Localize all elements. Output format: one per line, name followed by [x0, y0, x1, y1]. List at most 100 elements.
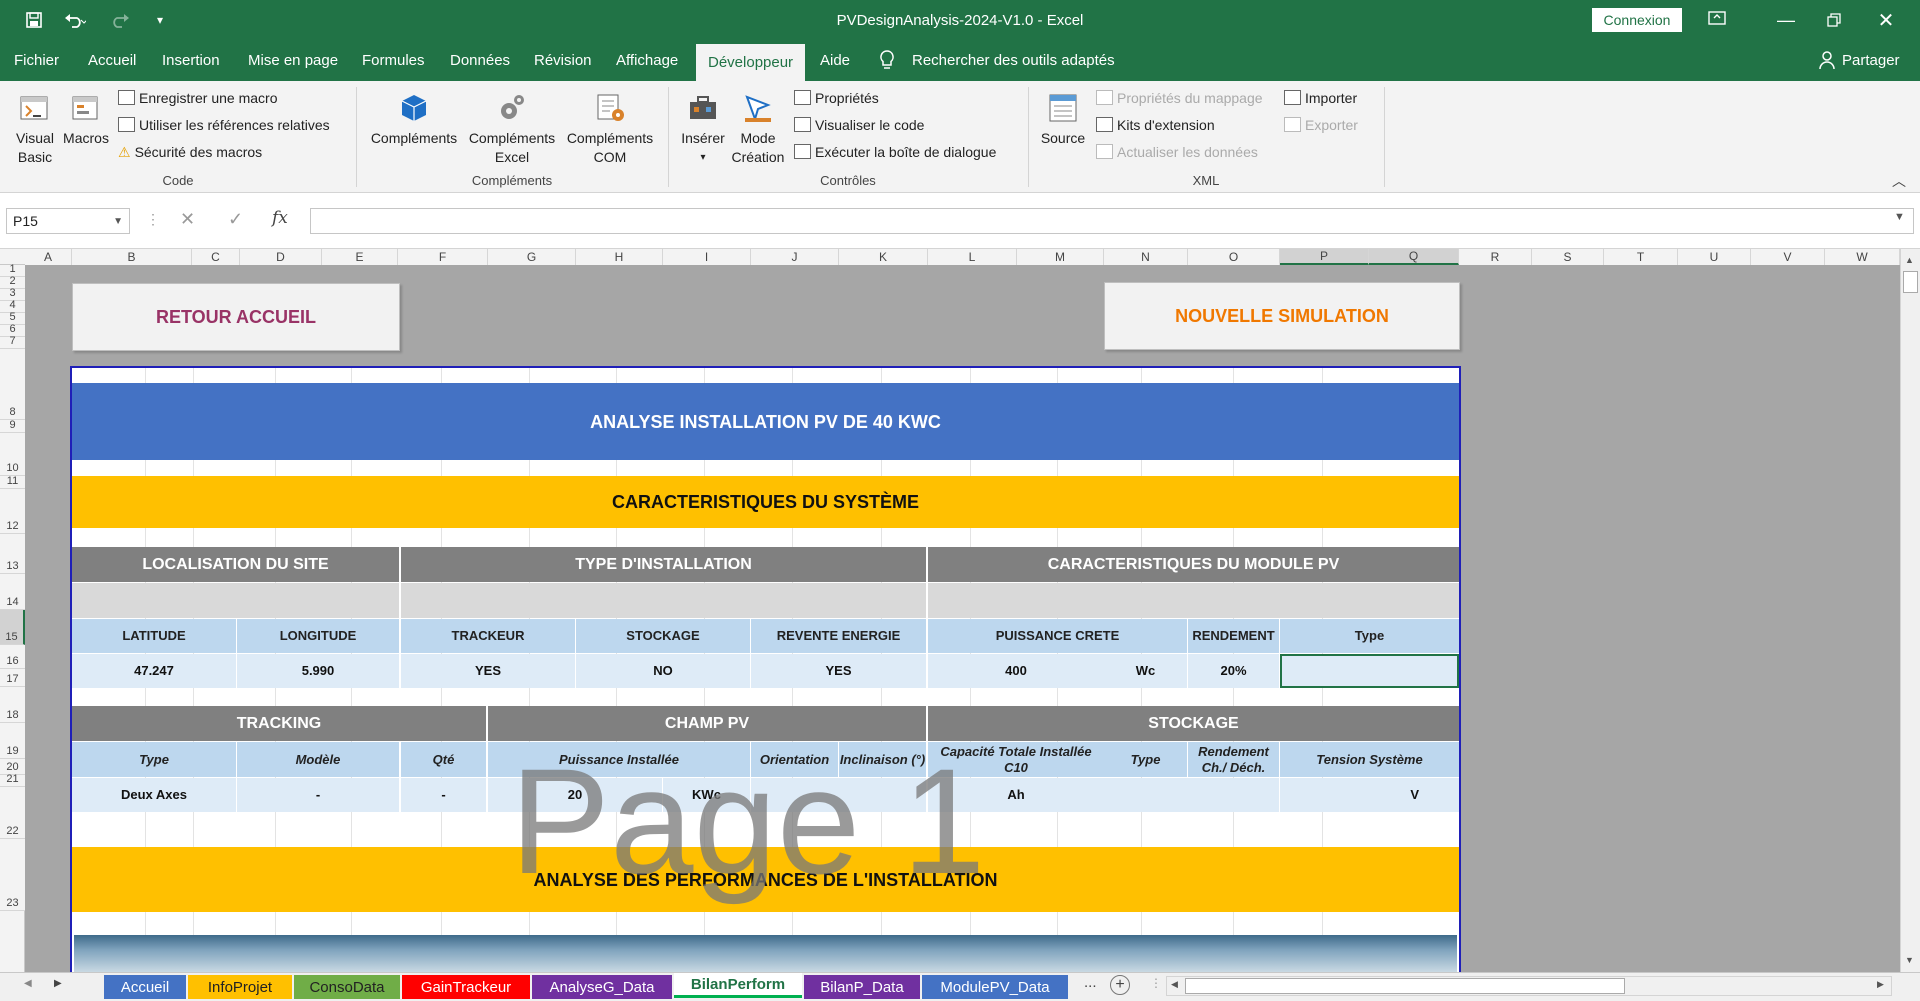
column-header[interactable]: N	[1104, 249, 1188, 265]
tab-formules[interactable]: Formules	[350, 40, 437, 81]
horizontal-scrollbar[interactable]: ◀ ▶	[1166, 976, 1892, 996]
row-header[interactable]: 7	[0, 335, 25, 349]
expand-formula-icon[interactable]: ▼	[1894, 211, 1905, 223]
column-header[interactable]: H	[576, 249, 663, 265]
tab-affichage[interactable]: Affichage	[604, 40, 690, 81]
nouvelle-simulation-button[interactable]: NOUVELLE SIMULATION	[1104, 282, 1460, 350]
worksheet[interactable]: ABCDEFGHIJKLMNOPQRSTUVW 1 2 3 4 5 6 7 8 9 10 11 12 1…	[0, 249, 1920, 972]
column-header[interactable]: I	[663, 249, 751, 265]
export-button[interactable]: Exporter	[1284, 117, 1358, 133]
collapse-ribbon-icon[interactable]: ︿	[1892, 171, 1906, 191]
refresh-data-button[interactable]: Actualiser les données	[1096, 144, 1258, 160]
design-mode-button[interactable]: Mode Création	[730, 91, 786, 167]
tab-accueil[interactable]: Accueil	[76, 40, 148, 81]
tell-me-search[interactable]: Rechercher des outils adaptés	[900, 40, 1127, 81]
name-box[interactable]: P15 ▼	[6, 208, 130, 234]
share-button[interactable]: Partager	[1830, 40, 1912, 81]
sheet-tab[interactable]: ConsoData	[294, 975, 400, 999]
row-header[interactable]: 23	[0, 839, 25, 911]
column-header[interactable]: K	[839, 249, 928, 265]
row-header[interactable]: 14	[0, 574, 25, 610]
column-header[interactable]: W	[1825, 249, 1900, 265]
h-scrollbar-thumb[interactable]	[1185, 978, 1625, 994]
tab-insertion[interactable]: Insertion	[150, 40, 232, 81]
sheet-tab[interactable]: ModulePV_Data	[922, 975, 1068, 999]
column-header[interactable]: S	[1532, 249, 1604, 265]
view-code-button[interactable]: Visualiser le code	[794, 117, 924, 133]
selected-cell-p15[interactable]	[1280, 654, 1459, 688]
scroll-down-icon[interactable]: ▼	[1905, 955, 1914, 965]
enter-icon[interactable]: ✓	[228, 209, 243, 230]
column-header[interactable]: E	[322, 249, 398, 265]
cancel-icon[interactable]: ✕	[180, 209, 195, 230]
xml-source-button[interactable]: Source	[1036, 91, 1090, 148]
properties-button[interactable]: Propriétés	[794, 90, 879, 106]
import-button[interactable]: Importer	[1284, 90, 1357, 106]
column-header[interactable]: A	[25, 249, 72, 265]
retour-accueil-button[interactable]: RETOUR ACCUEIL	[72, 283, 400, 351]
sheet-tab[interactable]: BilanPerform	[674, 973, 802, 998]
add-sheet-icon[interactable]: +	[1110, 975, 1130, 995]
sheet-tab[interactable]: BilanP_Data	[804, 975, 920, 999]
insert-control-button[interactable]: Insérer ▾	[676, 91, 730, 167]
column-header[interactable]: U	[1678, 249, 1751, 265]
visual-basic-button[interactable]: Visual Basic	[10, 91, 60, 167]
expansion-packs-button[interactable]: Kits d'extension	[1096, 117, 1215, 133]
minimize-icon[interactable]: —	[1772, 8, 1800, 32]
row-header[interactable]: 15	[0, 610, 25, 645]
run-dialog-button[interactable]: Exécuter la boîte de dialogue	[794, 144, 996, 160]
more-sheets[interactable]: ...	[1084, 974, 1097, 991]
insert-function-icon[interactable]: fx	[272, 208, 288, 228]
tab-revision[interactable]: Révision	[522, 40, 604, 81]
complements-button[interactable]: Compléments	[366, 91, 462, 148]
restore-icon[interactable]	[1820, 8, 1848, 32]
tab-donnees[interactable]: Données	[438, 40, 522, 81]
row-header[interactable]: 8	[0, 349, 25, 420]
column-header[interactable]: B	[72, 249, 192, 265]
column-header[interactable]: Q	[1369, 249, 1459, 265]
row-header[interactable]: 16	[0, 645, 25, 669]
excel-addins-button[interactable]: Compléments Excel	[464, 91, 560, 167]
prev-sheet-icon[interactable]: ◀	[24, 978, 32, 989]
row-header[interactable]: 11	[0, 475, 25, 489]
scroll-up-icon[interactable]: ▲	[1905, 255, 1914, 265]
sheet-tab[interactable]: Accueil	[104, 975, 186, 999]
close-icon[interactable]: ✕	[1872, 8, 1900, 32]
column-header[interactable]: L	[928, 249, 1017, 265]
sheet-tab[interactable]: AnalyseG_Data	[532, 975, 672, 999]
column-header[interactable]: F	[398, 249, 488, 265]
next-sheet-icon[interactable]: ▶	[54, 978, 62, 989]
scroll-left-icon[interactable]: ◀	[1171, 979, 1178, 990]
column-header[interactable]: C	[192, 249, 240, 265]
map-properties-button[interactable]: Propriétés du mappage	[1096, 90, 1263, 106]
row-header[interactable]: 22	[0, 787, 25, 839]
scrollbar-thumb[interactable]	[1903, 271, 1918, 293]
row-header[interactable]: 12	[0, 489, 25, 534]
column-header[interactable]: P	[1280, 249, 1369, 265]
row-header[interactable]: 18	[0, 687, 25, 723]
row-header[interactable]: 19	[0, 723, 25, 759]
row-header[interactable]: 9	[0, 419, 25, 433]
column-header[interactable]: R	[1459, 249, 1532, 265]
row-header[interactable]: 21	[0, 773, 25, 787]
ribbon-display-options-icon[interactable]	[1708, 10, 1732, 30]
com-addins-button[interactable]: Compléments COM	[562, 91, 658, 167]
relative-references-button[interactable]: Utiliser les références relatives	[118, 117, 330, 133]
macros-button[interactable]: Macros	[62, 91, 110, 148]
tab-mise-en-page[interactable]: Mise en page	[236, 40, 350, 81]
macro-security-button[interactable]: ⚠ Sécurité des macros	[118, 144, 262, 161]
scroll-right-icon[interactable]: ▶	[1877, 979, 1884, 990]
record-macro-button[interactable]: Enregistrer une macro	[118, 90, 278, 106]
formula-input[interactable]	[310, 208, 1914, 234]
sheet-tab[interactable]: GainTrackeur	[402, 975, 530, 999]
tab-aide[interactable]: Aide	[808, 40, 862, 81]
vertical-scrollbar[interactable]: ▲ ▼	[1900, 249, 1920, 972]
column-header[interactable]: O	[1188, 249, 1280, 265]
column-header[interactable]: V	[1751, 249, 1825, 265]
tab-developpeur[interactable]: Développeur	[696, 44, 806, 81]
tab-fichier[interactable]: Fichier	[2, 40, 71, 81]
column-header[interactable]: G	[488, 249, 576, 265]
row-header[interactable]: 10	[0, 433, 25, 476]
column-header[interactable]: T	[1604, 249, 1678, 265]
column-header[interactable]: D	[240, 249, 322, 265]
